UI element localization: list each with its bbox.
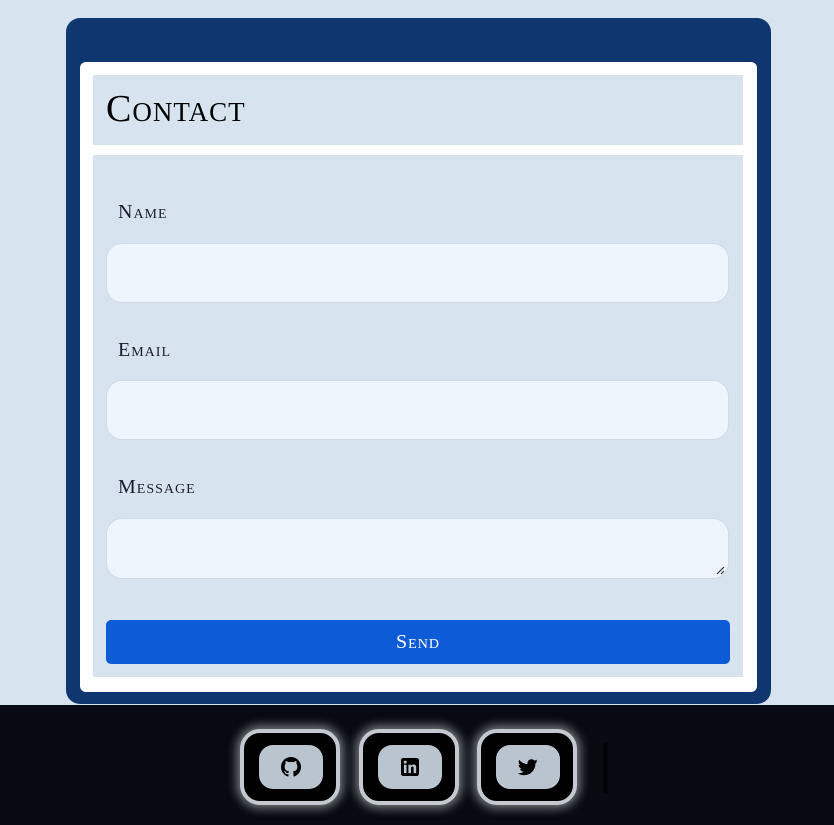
twitter-icon bbox=[518, 758, 538, 775]
twitter-link[interactable] bbox=[477, 729, 577, 805]
footer-divider bbox=[604, 743, 607, 793]
contact-form: Name Email Message Send bbox=[93, 155, 743, 677]
footer bbox=[0, 705, 834, 825]
contact-panel: Contact Name Email Message Send bbox=[80, 62, 757, 692]
message-label: Message bbox=[118, 476, 196, 498]
name-field[interactable] bbox=[106, 243, 729, 303]
linkedin-button[interactable] bbox=[378, 745, 442, 789]
linkedin-icon bbox=[401, 758, 419, 776]
linkedin-link[interactable] bbox=[359, 729, 459, 805]
resize-grip-icon[interactable] bbox=[716, 566, 725, 575]
contact-card: Contact Name Email Message Send bbox=[66, 18, 771, 704]
github-icon bbox=[281, 757, 301, 777]
twitter-button[interactable] bbox=[496, 745, 560, 789]
title-box: Contact bbox=[93, 75, 743, 145]
github-button[interactable] bbox=[259, 745, 323, 789]
message-field[interactable] bbox=[106, 518, 729, 579]
email-label: Email bbox=[118, 339, 171, 361]
page-title: Contact bbox=[106, 88, 246, 130]
name-label: Name bbox=[118, 201, 168, 223]
email-field[interactable] bbox=[106, 380, 729, 440]
github-link[interactable] bbox=[240, 729, 340, 805]
send-button[interactable]: Send bbox=[106, 620, 730, 664]
